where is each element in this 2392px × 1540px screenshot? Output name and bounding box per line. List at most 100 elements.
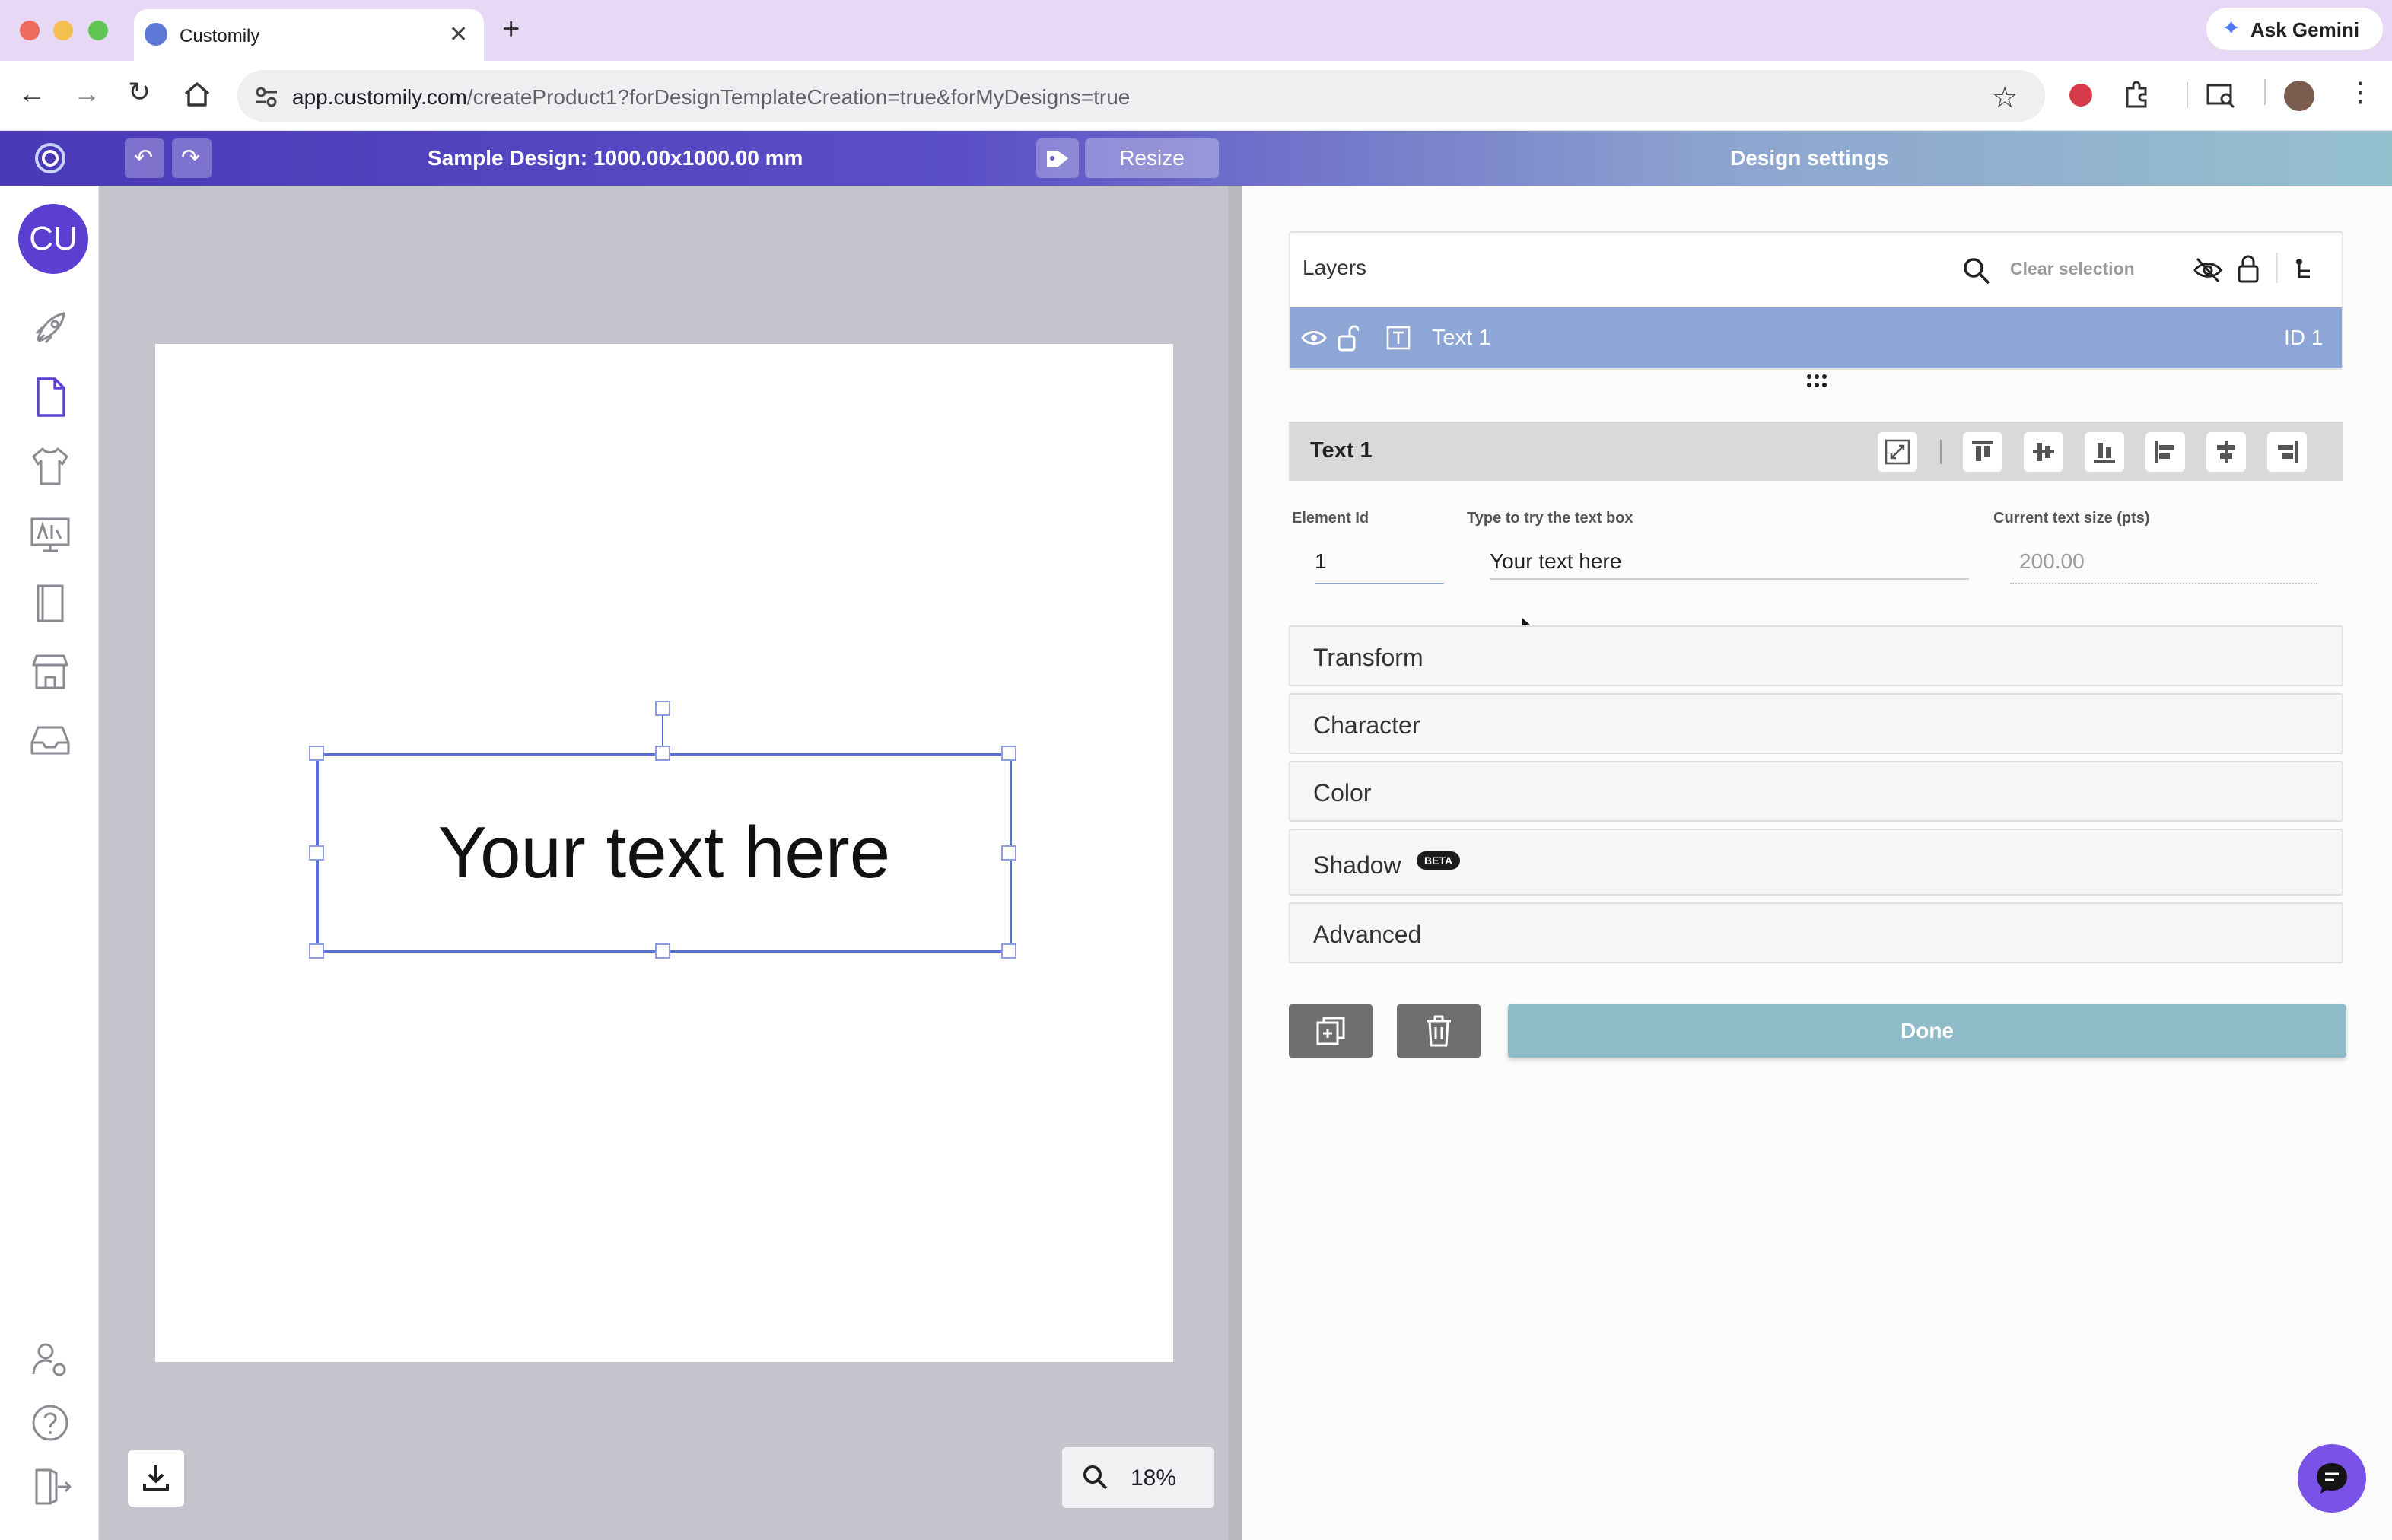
panel-resize-grip-icon[interactable]	[1805, 373, 1829, 390]
catalog-book-icon[interactable]	[27, 580, 73, 625]
element-header: Text 1	[1289, 422, 2343, 481]
user-settings-icon[interactable]	[27, 1338, 73, 1383]
url-text: app.customily.com/createProduct1?forDesi…	[292, 85, 1130, 110]
text-size-input[interactable]: 200.00	[2019, 549, 2085, 574]
resize-handle-right[interactable]	[1001, 845, 1016, 861]
download-icon	[143, 1465, 169, 1491]
site-settings-icon[interactable]	[254, 85, 278, 108]
resize-handle-top-left[interactable]	[309, 746, 324, 761]
clear-selection-button[interactable]: Clear selection	[2010, 259, 2135, 279]
zoom-search-icon	[1083, 1465, 1108, 1490]
help-icon[interactable]	[27, 1400, 73, 1446]
layer-name: Text 1	[1432, 326, 1491, 350]
color-section-label: Color	[1313, 779, 1372, 807]
bookmark-star-icon[interactable]: ☆	[1992, 81, 2018, 115]
rotate-handle[interactable]	[655, 701, 670, 716]
text-box-label: Type to try the text box	[1467, 510, 1633, 527]
profile-avatar[interactable]	[2284, 81, 2314, 111]
element-title: Text 1	[1310, 438, 1373, 463]
user-avatar[interactable]: CU	[18, 204, 88, 274]
align-middle-button[interactable]	[2024, 432, 2063, 472]
back-icon[interactable]: ←	[18, 78, 46, 110]
window-zoom-button[interactable]	[88, 21, 108, 40]
chat-support-button[interactable]	[2298, 1444, 2366, 1513]
zoom-control[interactable]: 18%	[1062, 1447, 1214, 1508]
resize-button[interactable]: Resize	[1085, 138, 1219, 178]
tag-button[interactable]	[1036, 138, 1079, 178]
customily-logo-icon[interactable]	[33, 142, 67, 175]
layer-item[interactable]: Text 1 ID 1	[1290, 307, 2342, 368]
transform-section[interactable]: Transform	[1289, 625, 2343, 686]
align-top-button[interactable]	[1963, 432, 2002, 472]
undo-button[interactable]: ↶	[125, 138, 164, 178]
text-box-input[interactable]: Your text here	[1490, 549, 1621, 574]
lock-all-icon[interactable]	[2237, 254, 2260, 285]
advanced-section[interactable]: Advanced	[1289, 902, 2343, 963]
new-tab-icon[interactable]: +	[502, 12, 520, 46]
browser-tab[interactable]: Customily ✕	[134, 9, 484, 61]
store-icon[interactable]	[27, 648, 73, 694]
align-left-button[interactable]	[2145, 432, 2185, 472]
resize-handle-bottom-left[interactable]	[309, 943, 324, 959]
element-id-underline	[1315, 583, 1444, 584]
reload-icon[interactable]: ↻	[128, 76, 151, 108]
align-left-icon	[2155, 441, 2174, 463]
color-section[interactable]: Color	[1289, 761, 2343, 822]
layers-panel: Layers Clear selection Text 1 ID 1	[1289, 231, 2343, 370]
ask-gemini-button[interactable]: ✦ Ask Gemini	[2206, 8, 2383, 50]
resize-handle-bottom[interactable]	[655, 943, 670, 959]
tshirt-icon[interactable]	[27, 443, 73, 488]
align-divider	[1940, 440, 1942, 464]
hierarchy-icon[interactable]	[2293, 257, 2316, 283]
done-button[interactable]: Done	[1508, 1004, 2346, 1058]
resize-handle-top-right[interactable]	[1001, 746, 1016, 761]
tab-search-icon[interactable]	[2206, 82, 2237, 110]
close-tab-icon[interactable]: ✕	[449, 21, 468, 48]
forward-icon[interactable]: →	[73, 78, 100, 110]
text-box-underline	[1490, 578, 1969, 580]
url-path: /createProduct1?forDesignTemplateCreatio…	[466, 85, 1131, 109]
text-element-selected[interactable]: Your text here	[316, 753, 1012, 953]
window-minimize-button[interactable]	[53, 21, 73, 40]
rocket-icon[interactable]	[27, 306, 73, 352]
text-layer-icon	[1386, 326, 1411, 350]
browser-menu-icon[interactable]: ⋮	[2346, 76, 2374, 108]
document-icon[interactable]	[27, 374, 73, 420]
resize-handle-bottom-right[interactable]	[1001, 943, 1016, 959]
character-section[interactable]: Character	[1289, 693, 2343, 754]
align-right-button[interactable]	[2267, 432, 2307, 472]
canvas-scrollbar[interactable]	[1228, 186, 1242, 1540]
trash-icon	[1427, 1015, 1451, 1047]
duplicate-button[interactable]	[1289, 1004, 1373, 1058]
element-id-input[interactable]: 1	[1315, 549, 1327, 574]
inbox-tray-icon[interactable]	[27, 717, 73, 762]
chat-bubble-icon	[2317, 1463, 2347, 1494]
tab-title: Customily	[180, 26, 260, 46]
design-display-icon[interactable]	[27, 511, 73, 557]
align-bottom-button[interactable]	[2085, 432, 2124, 472]
layer-search-icon[interactable]	[1961, 256, 1992, 286]
delete-button[interactable]	[1397, 1004, 1481, 1058]
hide-all-eye-icon[interactable]	[2193, 256, 2223, 285]
app-top-bar: ↶ ↷ Sample Design: 1000.00x1000.00 mm Re…	[0, 131, 2392, 186]
extensions-puzzle-icon[interactable]	[2123, 81, 2152, 110]
shadow-section[interactable]: Shadow BETA	[1289, 829, 2343, 896]
align-center-button[interactable]	[2206, 432, 2246, 472]
align-horizontal-center-icon	[2217, 441, 2235, 463]
home-icon[interactable]	[183, 81, 212, 108]
layer-unlock-icon[interactable]	[1338, 324, 1359, 352]
resize-handle-top[interactable]	[655, 746, 670, 761]
logout-icon[interactable]	[27, 1462, 73, 1508]
address-bar[interactable]: app.customily.com/createProduct1?forDesi…	[237, 70, 2045, 122]
layers-title: Layers	[1303, 256, 1367, 279]
extension-icon[interactable]	[2069, 84, 2092, 107]
window-close-button[interactable]	[20, 21, 40, 40]
layer-id: ID 1	[2284, 326, 2324, 349]
toolbar-divider	[2264, 79, 2266, 105]
resize-handle-left[interactable]	[309, 845, 324, 861]
download-button[interactable]	[128, 1450, 184, 1507]
fit-to-canvas-button[interactable]	[1878, 432, 1917, 472]
layer-visibility-eye-icon[interactable]	[1301, 327, 1327, 348]
shadow-section-label: Shadow	[1313, 851, 1401, 879]
redo-button[interactable]: ↷	[172, 138, 212, 178]
